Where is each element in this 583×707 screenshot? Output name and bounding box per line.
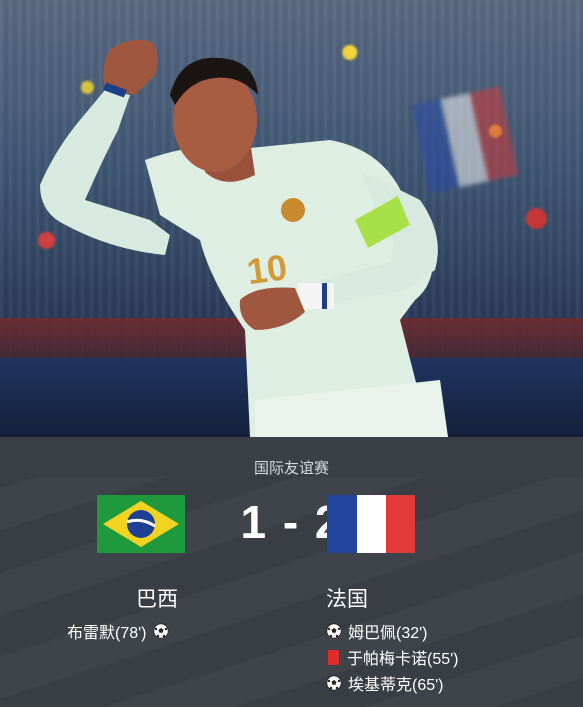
red-card-icon — [328, 649, 339, 665]
hero-photo: 10 — [0, 0, 583, 437]
home-team-name: 巴西 — [136, 588, 178, 611]
soccer-ball-icon — [152, 623, 169, 639]
event-player-label: 姆巴佩(32') — [348, 625, 428, 642]
away-team-name: 法国 — [326, 588, 368, 611]
away-event-goal: 埃基蒂克(65') — [326, 671, 444, 695]
away-event-red-card: 于帕梅卡诺(55') — [326, 645, 459, 669]
away-event-goal: 姆巴佩(32') — [326, 619, 428, 643]
score-panel: 国际友谊赛 1 - 2 巴西 法国 布雷默(78') 姆巴佩(32') 于帕梅卡… — [0, 437, 583, 707]
svg-text:10: 10 — [244, 246, 289, 292]
event-player-label: 于帕梅卡诺(55') — [347, 651, 459, 668]
player-celebrating: 10 — [40, 39, 448, 437]
flag-france-icon — [327, 495, 415, 553]
home-event-goal: 布雷默(78') — [67, 619, 175, 643]
event-player-label: 布雷默(78') — [67, 625, 147, 642]
match-score: 1 - 2 — [240, 496, 343, 548]
soccer-ball-icon — [326, 675, 342, 691]
soccer-ball-icon — [326, 623, 342, 639]
event-player-label: 埃基蒂克(65') — [348, 677, 444, 694]
competition-name: 国际友谊赛 — [253, 460, 329, 477]
